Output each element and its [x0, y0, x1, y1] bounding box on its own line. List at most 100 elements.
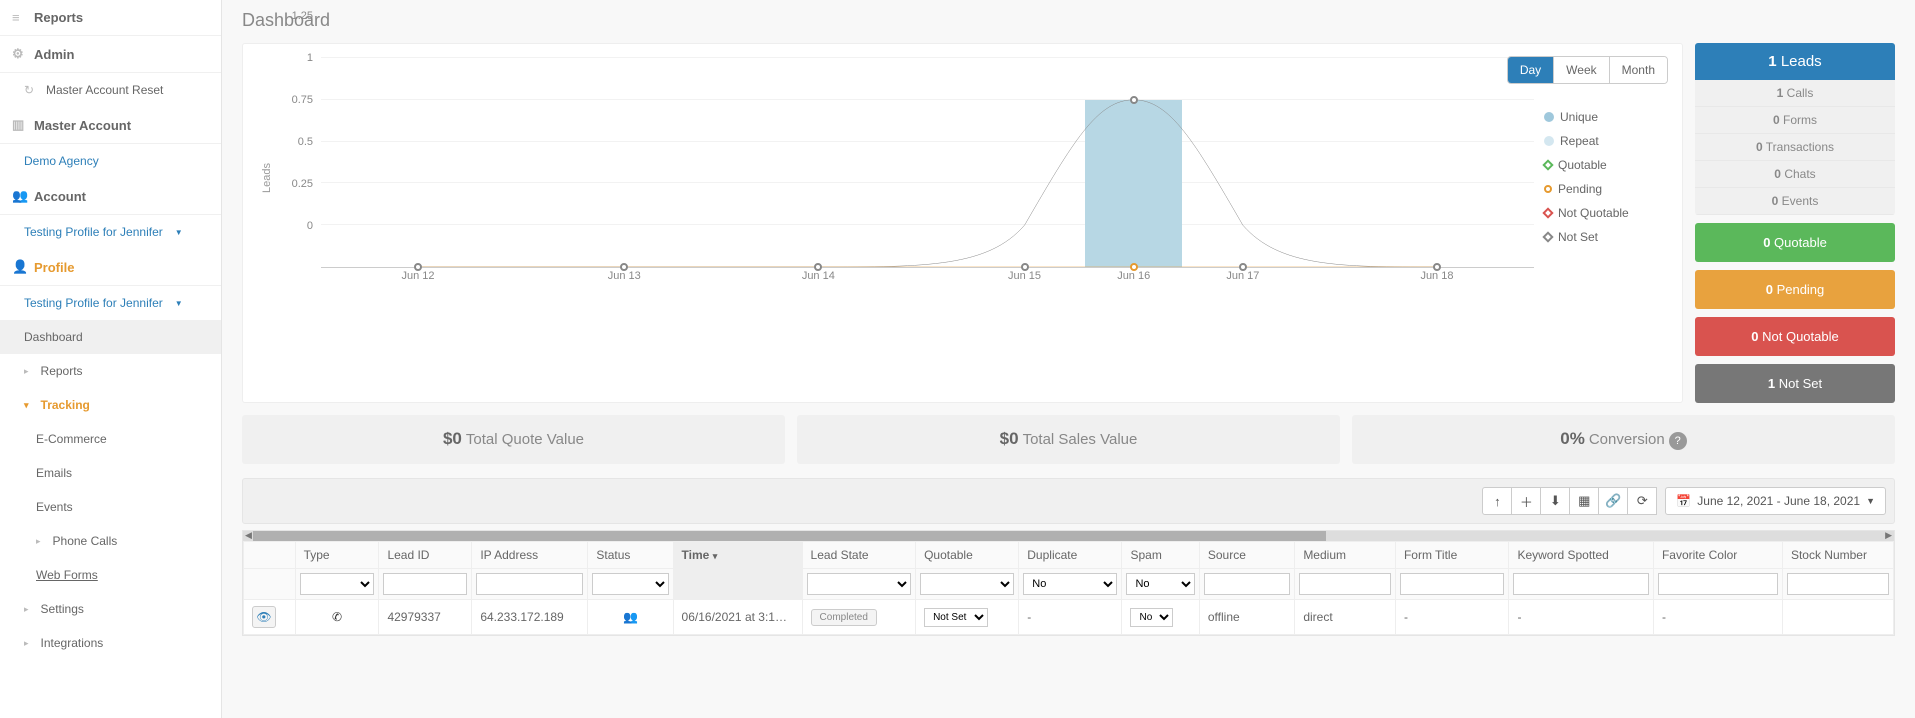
- nav-phone-calls[interactable]: ▸Phone Calls: [0, 524, 221, 558]
- cell-source: offline: [1199, 600, 1294, 635]
- scroll-thumb[interactable]: [253, 531, 1326, 541]
- legend-notset[interactable]: Not Set: [1544, 230, 1664, 244]
- filter-quotable[interactable]: [920, 573, 1014, 595]
- nav-master-reset[interactable]: ↻Master Account Reset: [0, 73, 221, 107]
- scroll-left-icon[interactable]: ◀: [245, 530, 252, 541]
- upload-button[interactable]: ↑: [1482, 487, 1512, 515]
- stat-calls[interactable]: 1 Calls: [1695, 80, 1895, 107]
- quotable-select[interactable]: Not Set: [924, 608, 988, 627]
- filter-ip[interactable]: [476, 573, 583, 595]
- col-leadstate[interactable]: Lead State: [802, 542, 916, 569]
- col-formtitle[interactable]: Form Title: [1395, 542, 1509, 569]
- nav-dashboard[interactable]: Dashboard: [0, 320, 221, 354]
- col-spam[interactable]: Spam: [1122, 542, 1199, 569]
- stat-forms[interactable]: 0 Forms: [1695, 107, 1895, 134]
- admin-icon: ⚙: [12, 46, 26, 62]
- horizontal-scrollbar[interactable]: ◀ ▶: [243, 531, 1894, 541]
- col-favcolor[interactable]: Favorite Color: [1653, 542, 1782, 569]
- filter-stock[interactable]: [1787, 573, 1889, 595]
- user-icon: 👤: [12, 259, 26, 275]
- calendar-icon: 📅: [1676, 494, 1691, 508]
- col-view: [244, 542, 296, 569]
- toggle-month[interactable]: Month: [1609, 57, 1667, 83]
- filter-keyword[interactable]: [1513, 573, 1648, 595]
- col-type[interactable]: Type: [295, 542, 379, 569]
- table-row[interactable]: 👁 ✆ 42979337 64.233.172.189 👥 06/16/2021…: [244, 600, 1894, 635]
- filter-spam[interactable]: No: [1126, 573, 1194, 595]
- col-status[interactable]: Status: [588, 542, 673, 569]
- col-time[interactable]: Time ▾: [673, 542, 802, 569]
- building-icon: ▥: [12, 117, 26, 133]
- col-medium[interactable]: Medium: [1295, 542, 1396, 569]
- filter-status[interactable]: [592, 573, 668, 595]
- add-button[interactable]: ＋: [1511, 487, 1541, 515]
- chart-card: Day Week Month Leads 0 0.25 0.5 0.75 1 1…: [242, 43, 1683, 403]
- filter-formtitle[interactable]: [1400, 573, 1505, 595]
- nav-profile-select[interactable]: Testing Profile for Jennifer▼: [0, 286, 221, 320]
- nav-admin[interactable]: ⚙Admin: [0, 36, 221, 73]
- kpi-quote: $0Total Quote Value: [242, 415, 785, 464]
- legend-notquotable[interactable]: Not Quotable: [1544, 206, 1664, 220]
- nav-emails[interactable]: Emails: [0, 456, 221, 490]
- nav-events[interactable]: Events: [0, 490, 221, 524]
- page-title: Dashboard: [242, 10, 1895, 31]
- nav-reports[interactable]: ≡Reports: [0, 0, 221, 36]
- filter-favcolor[interactable]: [1658, 573, 1778, 595]
- nav-tracking[interactable]: ▾Tracking: [0, 388, 221, 422]
- col-ip[interactable]: IP Address: [472, 542, 588, 569]
- nav-sub-reports[interactable]: ▸Reports: [0, 354, 221, 388]
- col-keyword[interactable]: Keyword Spotted: [1509, 542, 1653, 569]
- nav-integrations[interactable]: ▸Integrations: [0, 626, 221, 660]
- chart-icon: ≡: [12, 10, 26, 25]
- nav-account-select[interactable]: Testing Profile for Jennifer▼: [0, 215, 221, 249]
- filter-medium[interactable]: [1299, 573, 1391, 595]
- stat-notset[interactable]: 1 Not Set: [1695, 364, 1895, 403]
- col-source[interactable]: Source: [1199, 542, 1294, 569]
- legend-repeat[interactable]: Repeat: [1544, 134, 1664, 148]
- nav-web-forms[interactable]: Web Forms: [0, 558, 221, 592]
- scroll-right-icon[interactable]: ▶: [1885, 530, 1892, 541]
- reset-icon: ↻: [24, 83, 38, 97]
- columns-button[interactable]: ▦: [1569, 487, 1599, 515]
- refresh-button[interactable]: ⟳: [1627, 487, 1657, 515]
- link-button[interactable]: 🔗: [1598, 487, 1628, 515]
- toggle-week[interactable]: Week: [1553, 57, 1608, 83]
- nav-master-account[interactable]: ▥Master Account: [0, 107, 221, 144]
- stat-transactions[interactable]: 0 Transactions: [1695, 134, 1895, 161]
- filter-source[interactable]: [1204, 573, 1290, 595]
- help-icon[interactable]: ?: [1669, 432, 1687, 450]
- filter-duplicate[interactable]: No: [1023, 573, 1117, 595]
- view-row-button[interactable]: 👁: [252, 606, 276, 628]
- nav-account[interactable]: 👥Account: [0, 178, 221, 215]
- x-ticks: Jun 12 Jun 13 Jun 14 Jun 15 Jun 16 Jun 1…: [321, 270, 1534, 288]
- download-button[interactable]: ⬇: [1540, 487, 1570, 515]
- lead-state-badge: Completed: [811, 609, 877, 626]
- chevron-right-icon: ▸: [36, 536, 41, 547]
- stat-events[interactable]: 0 Events: [1695, 188, 1895, 215]
- cell-stock: [1782, 600, 1893, 635]
- nav-demo-agency[interactable]: Demo Agency: [0, 144, 221, 178]
- nav-ecommerce[interactable]: E-Commerce: [0, 422, 221, 456]
- filter-type[interactable]: [300, 573, 375, 595]
- col-quotable[interactable]: Quotable: [916, 542, 1019, 569]
- stat-chats[interactable]: 0 Chats: [1695, 161, 1895, 188]
- nav-profile[interactable]: 👤Profile: [0, 249, 221, 286]
- legend-pending[interactable]: Pending: [1544, 182, 1664, 196]
- stat-notquotable[interactable]: 0 Not Quotable: [1695, 317, 1895, 356]
- users-icon: 👥: [12, 188, 26, 204]
- filter-leadid[interactable]: [383, 573, 467, 595]
- nav-settings[interactable]: ▸Settings: [0, 592, 221, 626]
- cell-medium: direct: [1295, 600, 1396, 635]
- filter-leadstate[interactable]: [807, 573, 912, 595]
- col-leadid[interactable]: Lead ID: [379, 542, 472, 569]
- toggle-day[interactable]: Day: [1508, 57, 1553, 83]
- col-duplicate[interactable]: Duplicate: [1019, 542, 1122, 569]
- col-stock[interactable]: Stock Number: [1782, 542, 1893, 569]
- legend-quotable[interactable]: Quotable: [1544, 158, 1664, 172]
- spam-select[interactable]: No: [1130, 608, 1173, 627]
- stat-quotable[interactable]: 0 Quotable: [1695, 223, 1895, 262]
- stat-pending[interactable]: 0 Pending: [1695, 270, 1895, 309]
- legend-unique[interactable]: Unique: [1544, 110, 1664, 124]
- stat-leads[interactable]: 1 Leads 1 Calls 0 Forms 0 Transactions 0…: [1695, 43, 1895, 215]
- date-range-picker[interactable]: 📅 June 12, 2021 - June 18, 2021 ▼: [1665, 487, 1886, 515]
